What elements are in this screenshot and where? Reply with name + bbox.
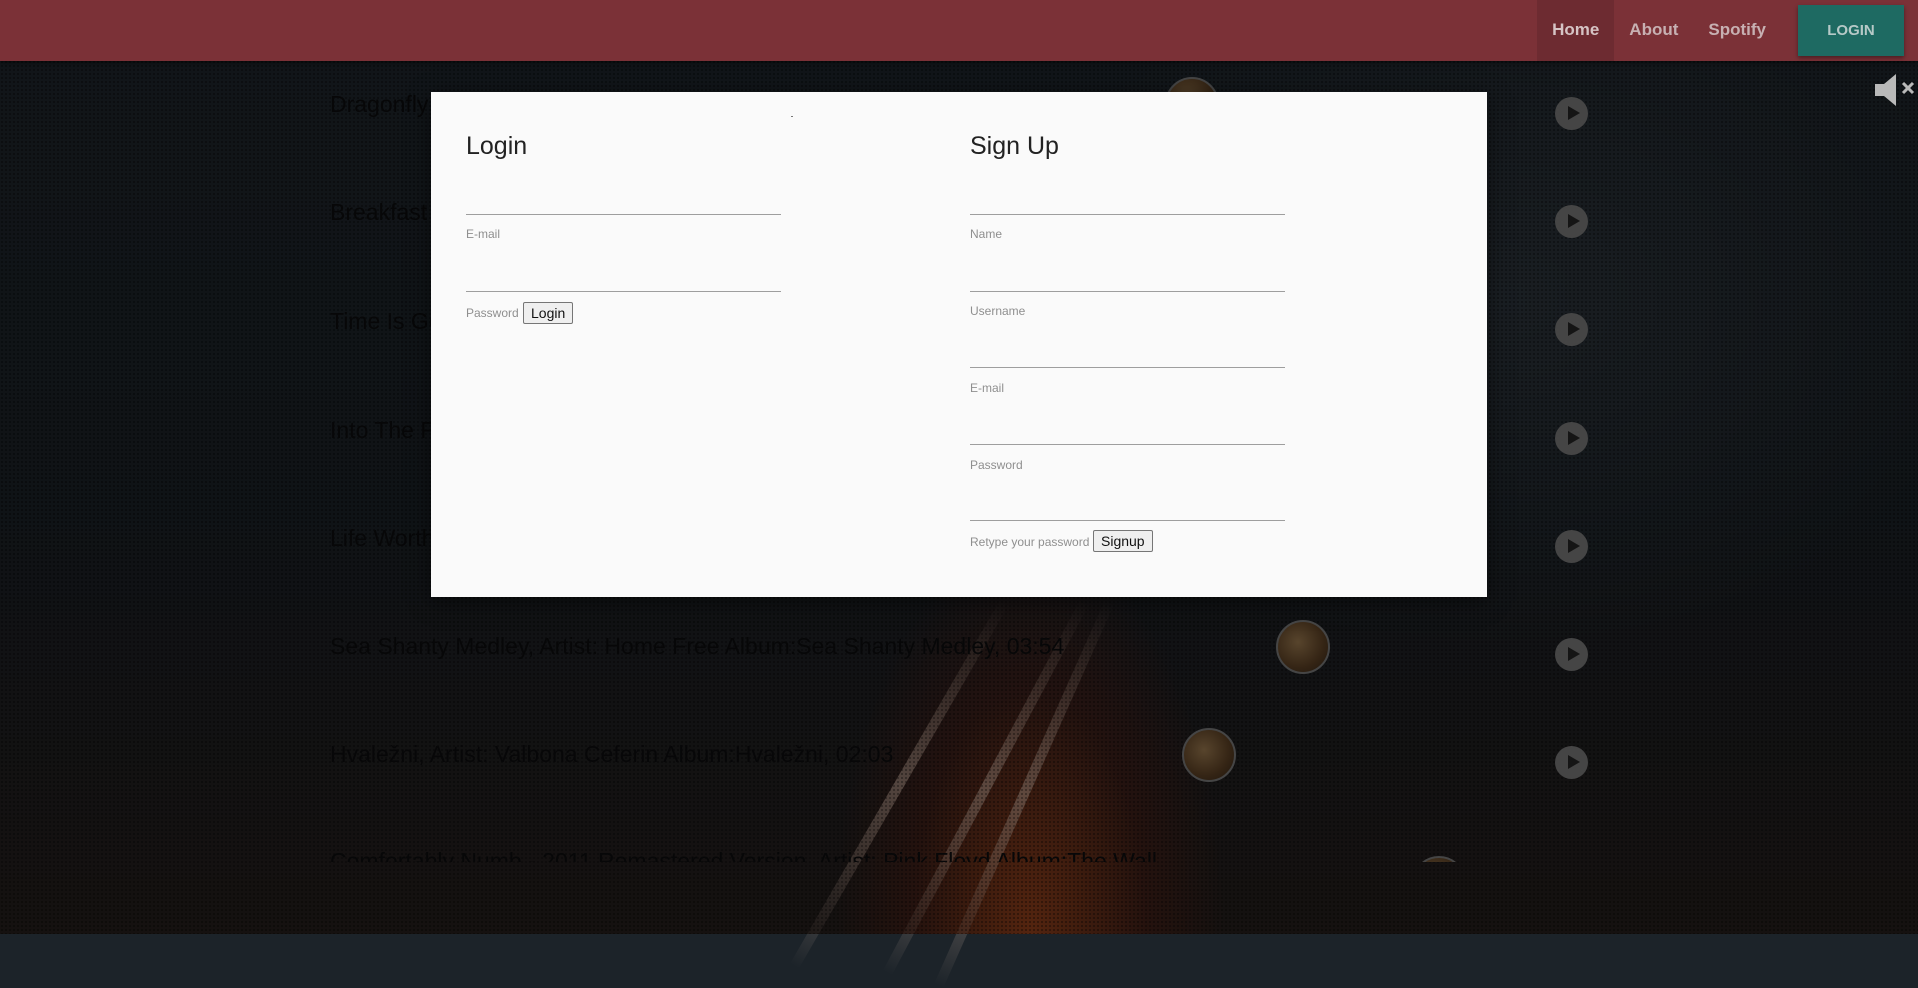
signup-password-input[interactable] [970, 414, 1289, 446]
nav-spotify[interactable]: Spotify [1693, 0, 1781, 61]
nav-home[interactable]: Home [1537, 0, 1615, 61]
signup-username-label: Username [970, 304, 1026, 318]
signup-password-label: Password [970, 458, 1023, 472]
input-underline [970, 520, 1285, 521]
speaker-muted-icon[interactable] [1872, 70, 1918, 110]
input-underline [970, 367, 1285, 368]
signup-email-input[interactable] [970, 337, 1289, 369]
input-underline [970, 291, 1285, 292]
signup-form: Sign Up Name Username E-mail Password Re… [970, 92, 1370, 597]
input-underline [466, 291, 781, 292]
signup-retype-input[interactable] [970, 490, 1289, 522]
login-email-label: E-mail [466, 227, 501, 241]
signup-heading: Sign Up [970, 132, 1059, 160]
signup-retype-label: Retype your password [970, 535, 1090, 549]
login-password-input[interactable] [466, 261, 785, 293]
input-underline [970, 214, 1285, 215]
signup-email-label: E-mail [970, 381, 1005, 395]
nav-about[interactable]: About [1614, 0, 1693, 61]
signup-submit-button[interactable]: Signup [1093, 530, 1153, 552]
login-submit-button[interactable]: Login [523, 302, 574, 324]
signup-name-label: Name [970, 227, 1003, 241]
login-heading: Login [466, 132, 528, 160]
nav-links: Home About Spotify LOGIN [1537, 0, 1918, 61]
login-form: Login E-mail Password Login [466, 92, 866, 597]
login-password-label: Password [466, 306, 519, 320]
navbar: Home About Spotify LOGIN [0, 0, 1918, 61]
signup-username-input[interactable] [970, 261, 1289, 293]
login-button[interactable]: LOGIN [1798, 5, 1904, 56]
input-underline [466, 214, 781, 215]
signup-name-input[interactable] [970, 184, 1289, 216]
auth-modal: Login E-mail Password Login Sign Up Name… [431, 92, 1487, 597]
login-email-input[interactable] [466, 184, 785, 216]
input-underline [970, 444, 1285, 445]
